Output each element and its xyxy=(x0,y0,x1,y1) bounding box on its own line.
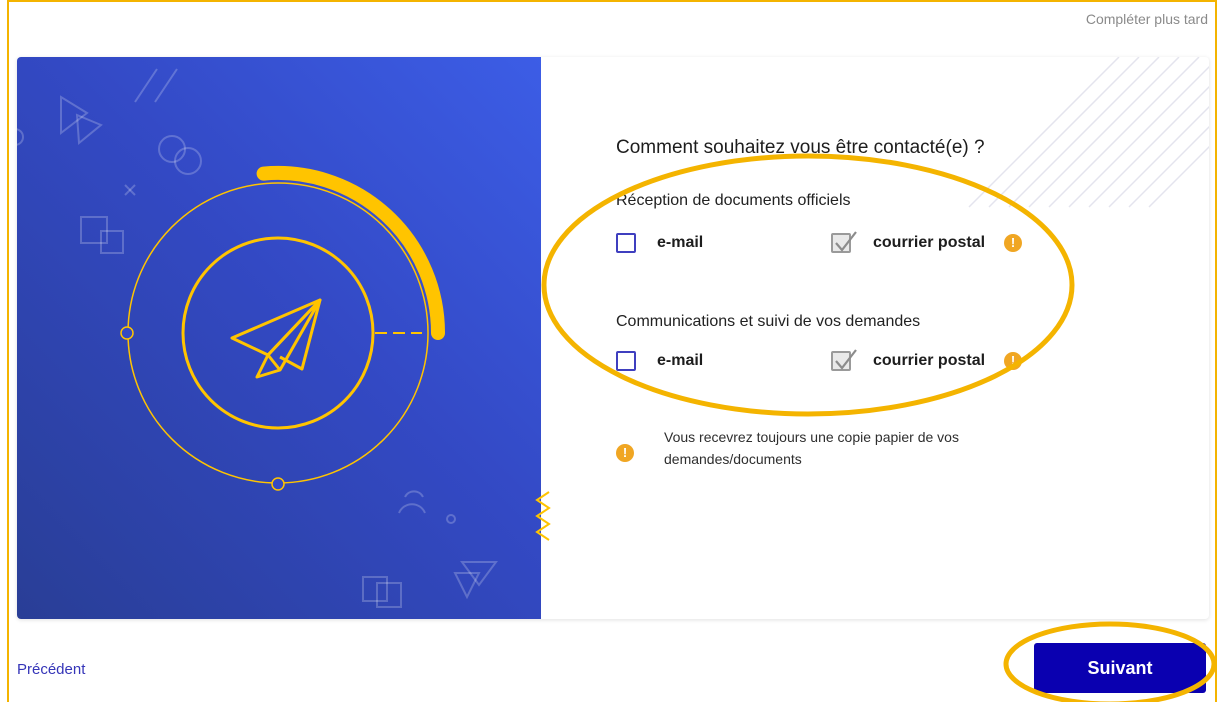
check-icon xyxy=(835,231,857,252)
communications-email-option[interactable]: e-mail xyxy=(616,348,703,374)
email-checkbox[interactable] xyxy=(616,233,636,253)
section-official-documents-label: Réception de documents officiels xyxy=(616,192,851,209)
postal-label: courrier postal xyxy=(873,352,986,369)
postal-checkbox[interactable] xyxy=(831,231,857,253)
postal-checkbox[interactable] xyxy=(831,349,857,371)
communications-postal-option[interactable]: courrier postal ! xyxy=(831,348,1023,374)
info-warning-icon: ! xyxy=(616,444,634,462)
warning-icon[interactable]: ! xyxy=(1004,352,1023,370)
email-label: e-mail xyxy=(657,352,704,369)
paper-plane-icon xyxy=(230,298,322,379)
email-checkbox[interactable] xyxy=(616,351,636,371)
communications-options: e-mail courrier postal ! xyxy=(616,348,1056,374)
progress-arc xyxy=(256,166,445,340)
check-icon xyxy=(835,349,857,370)
official-documents-email-option[interactable]: e-mail xyxy=(616,230,703,256)
email-label: e-mail xyxy=(657,234,704,251)
form-question: Comment souhaitez vous être contacté(e) … xyxy=(616,137,985,158)
squiggle-decoration xyxy=(535,491,551,541)
postal-label: courrier postal xyxy=(873,234,986,251)
official-documents-options: e-mail courrier postal ! xyxy=(616,230,1056,256)
previous-link[interactable]: Précédent xyxy=(17,661,85,678)
complete-later-link[interactable]: Compléter plus tard xyxy=(1086,11,1208,27)
next-button[interactable]: Suivant xyxy=(1034,643,1206,693)
contact-preferences-form: Comment souhaitez vous être contacté(e) … xyxy=(616,57,1176,619)
illustration-panel xyxy=(17,57,551,619)
form-card: Comment souhaitez vous être contacté(e) … xyxy=(17,57,1209,619)
section-communications-label: Communications et suivi de vos demandes xyxy=(616,313,921,330)
official-documents-postal-option[interactable]: courrier postal ! xyxy=(831,230,1023,256)
info-text: Vous recevrez toujours une copie papier … xyxy=(664,429,959,467)
paper-plane-illustration xyxy=(17,68,498,608)
warning-icon[interactable]: ! xyxy=(1004,234,1023,252)
